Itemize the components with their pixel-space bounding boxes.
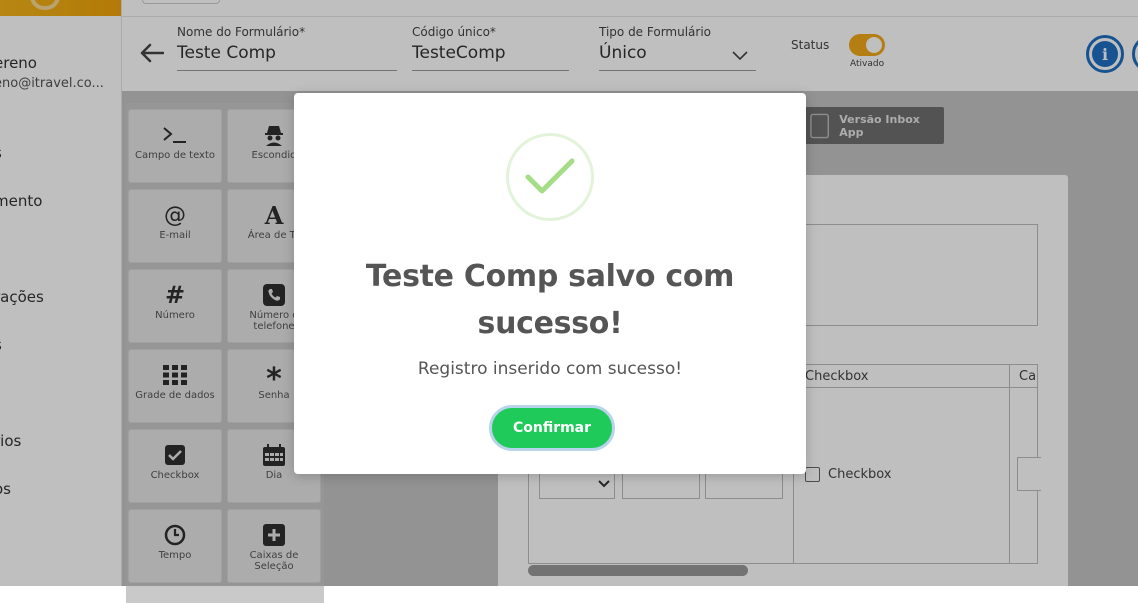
dialog-title: Teste Comp salvo com sucesso!	[365, 259, 735, 341]
dialog-message: Registro inserido com sucesso!	[417, 359, 683, 379]
success-check-icon	[506, 133, 594, 221]
success-dialog: Teste Comp salvo com sucesso! Registro i…	[294, 93, 806, 474]
confirm-button[interactable]: Confirmar	[489, 405, 615, 451]
